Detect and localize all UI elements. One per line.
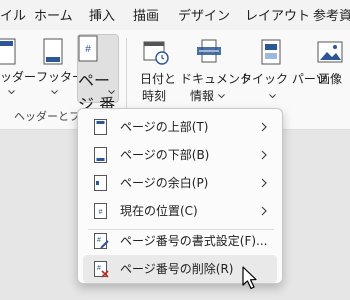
header-button[interactable]: ッダー: [0, 34, 36, 104]
tab-draw[interactable]: 描画: [133, 8, 159, 28]
page-number-icon: #: [78, 35, 98, 62]
document-info-label-line2: 情報: [190, 89, 215, 103]
datetime-label-line1: 日付と: [140, 72, 177, 86]
footer-icon: [43, 38, 63, 65]
menu-item-current-position[interactable]: # 現在の位置(C): [83, 197, 277, 225]
current-position-icon: #: [94, 203, 107, 219]
tab-design[interactable]: デザイン: [178, 8, 230, 28]
menu-item-format-page-numbers[interactable]: # ページ番号の書式設定(F)...: [83, 227, 277, 255]
svg-text:#: #: [97, 237, 101, 244]
page-margin-icon: [94, 175, 107, 191]
page-number-button[interactable]: # ページ 番号: [77, 34, 119, 138]
menu-item-label: ページ番号の書式設定(F)...: [120, 234, 268, 248]
menu-item-label: ページの下部(B): [120, 148, 210, 162]
image-label: 画像: [318, 72, 343, 86]
chevron-down-icon: [218, 94, 225, 98]
quick-parts-icon: [261, 39, 281, 65]
tab-home[interactable]: ホーム: [34, 8, 73, 28]
menu-item-label: ページ番号の削除(R): [120, 262, 234, 276]
menu-item-label: ページの余白(P): [120, 176, 209, 190]
tab-references[interactable]: 参考資: [313, 8, 350, 28]
menu-item-bottom-of-page[interactable]: ページの下部(B): [83, 141, 277, 169]
quick-parts-button[interactable]: クイック パーツ: [240, 34, 328, 104]
chevron-right-icon: [261, 122, 267, 132]
chevron-down-icon: [8, 90, 15, 94]
page-bottom-icon: [94, 147, 107, 163]
document-info-button[interactable]: ドキュメント 情報: [180, 34, 252, 104]
ribbon-tab-bar: イル ホーム 挿入 描画 デザイン レイアウト 参考資: [0, 0, 350, 34]
svg-text:#: #: [99, 209, 103, 216]
format-page-number-icon: #: [94, 233, 109, 249]
datetime-label-line2: 時刻: [142, 89, 167, 103]
menu-item-page-margins[interactable]: ページの余白(P): [83, 169, 277, 197]
chevron-right-icon: [261, 178, 267, 188]
chevron-down-icon: [269, 94, 276, 98]
chevron-down-icon: [51, 90, 58, 94]
svg-text:#: #: [97, 265, 101, 272]
chevron-down-icon: [108, 90, 115, 94]
menu-item-label: ページの上部(T): [120, 120, 209, 134]
page-number-menu: ページの上部(T) ページの下部(B) ページの余白(P) # 現在の位置(C)…: [77, 108, 283, 284]
mouse-cursor-icon: [242, 266, 257, 290]
remove-page-number-icon: #: [94, 261, 109, 278]
document-info-icon: [197, 39, 221, 63]
tab-insert[interactable]: 挿入: [89, 8, 115, 28]
menu-item-label: 現在の位置(C): [120, 204, 198, 218]
datetime-button[interactable]: 日付と 時刻: [136, 34, 176, 104]
tab-layout[interactable]: レイアウト: [245, 8, 310, 28]
header-icon: [0, 38, 16, 65]
image-icon: [317, 41, 343, 63]
tab-file[interactable]: イル: [0, 8, 26, 28]
image-button[interactable]: 画像: [310, 34, 350, 104]
chevron-right-icon: [261, 150, 267, 160]
footer-button[interactable]: フッター: [34, 34, 84, 104]
menu-item-top-of-page[interactable]: ページの上部(T): [83, 113, 277, 141]
svg-text:#: #: [85, 44, 91, 55]
chevron-right-icon: [261, 206, 267, 216]
page-top-icon: [94, 119, 107, 135]
calendar-clock-icon: [143, 41, 169, 65]
header-label: ッダー: [0, 70, 37, 84]
